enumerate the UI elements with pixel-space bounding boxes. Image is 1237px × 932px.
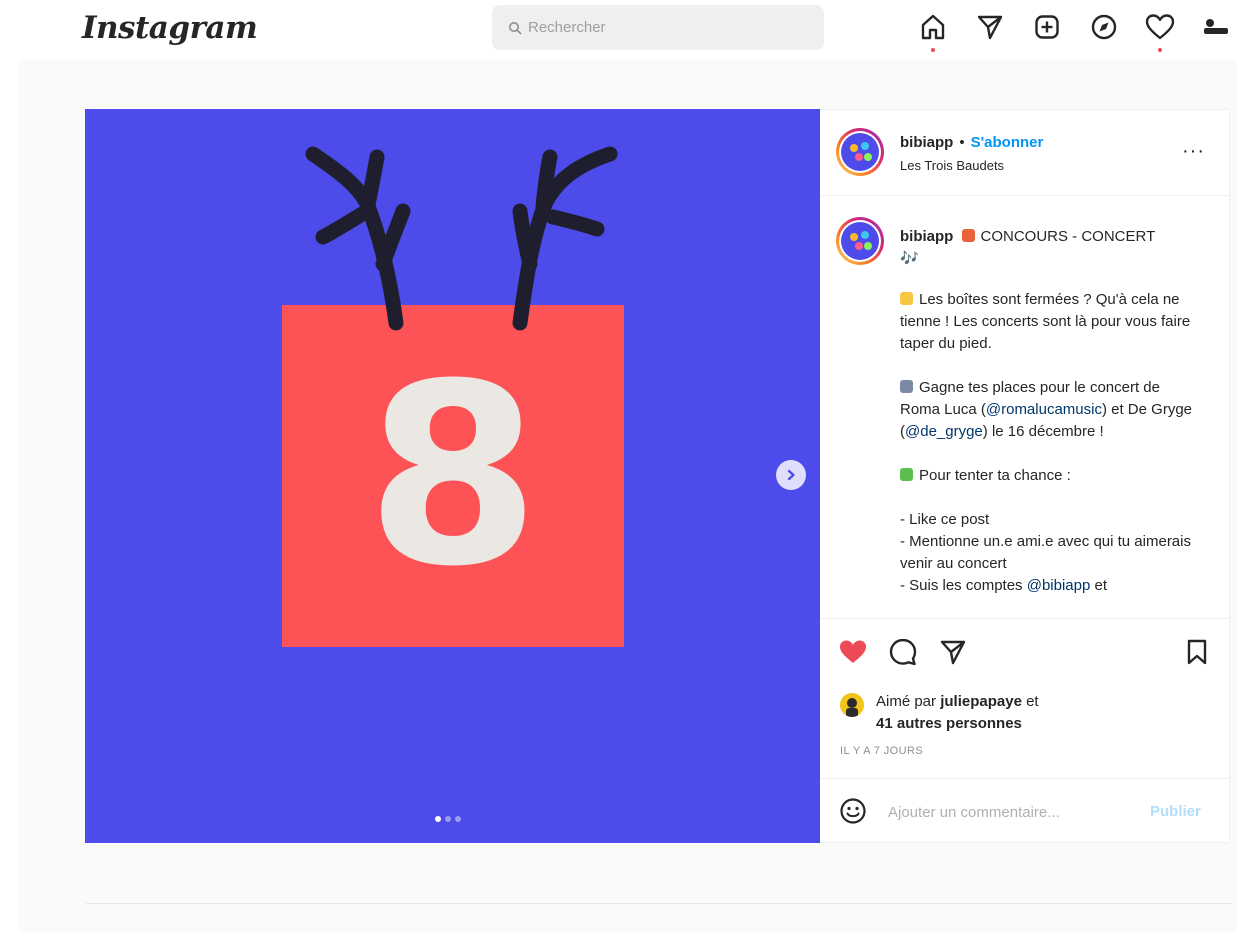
like-heart-icon[interactable]	[836, 635, 870, 669]
comment-input[interactable]	[888, 799, 1138, 825]
clover-emoji-icon	[900, 468, 913, 481]
header-separator: •	[959, 134, 965, 151]
caption-body: Les boîtes sont fermées ? Qu'à cela ne t…	[900, 289, 1200, 597]
liked-by-text: Aimé par juliepapaye et 41 autres person…	[876, 693, 1039, 732]
author-avatar[interactable]	[836, 128, 884, 176]
carousel-indicator	[435, 816, 461, 822]
caption-paragraph-3: Pour tenter ta chance :	[900, 465, 1200, 487]
likes-count-link[interactable]: 41 autres personnes	[876, 715, 1022, 732]
activity-heart-icon[interactable]	[1145, 12, 1175, 42]
more-options-icon[interactable]: ···	[1182, 140, 1205, 163]
post-actions: Aimé par juliepapaye et 41 autres person…	[820, 618, 1229, 778]
search-box[interactable]	[492, 5, 824, 50]
home-icon[interactable]	[918, 12, 948, 42]
caption-paragraph-2: Gagne tes places pour le concert de Roma…	[900, 379, 1192, 440]
follow-button[interactable]: S'abonner	[971, 134, 1044, 151]
liker-avatar[interactable]	[840, 693, 864, 717]
explore-icon[interactable]	[1089, 12, 1119, 42]
box-number: 8	[366, 330, 540, 621]
publish-button[interactable]: Publier	[1150, 803, 1201, 820]
save-bookmark-icon[interactable]	[1180, 635, 1214, 669]
liker-username[interactable]: juliepapaye	[940, 693, 1022, 710]
author-username[interactable]: bibiapp	[900, 134, 953, 151]
caption-title: CONCOURS - CONCERT	[980, 228, 1156, 245]
top-bar: Instagram	[0, 0, 1237, 60]
post-location[interactable]: Les Trois Baudets	[900, 158, 1004, 173]
caption-area: bibiapp CONCOURS - CONCERT 🎶 Les boîtes …	[820, 197, 1229, 618]
emoji-picker-icon[interactable]	[838, 796, 868, 826]
mention-bibiapp[interactable]: @bibiapp	[1027, 577, 1091, 594]
carousel-dot-active	[435, 816, 441, 822]
comment-composer: Publier	[820, 778, 1229, 843]
search-icon	[508, 21, 522, 35]
post-header: bibiapp • S'abonner Les Trois Baudets ···	[820, 110, 1229, 196]
carousel-dot	[455, 816, 461, 822]
next-slide-button[interactable]	[776, 460, 806, 490]
sparkles-emoji-icon	[900, 292, 913, 305]
reindeer-antlers-icon	[305, 146, 618, 331]
chevron-right-icon	[787, 469, 795, 481]
caption-list-item-2: - Mentionne un.e ami.e avec qui tu aimer…	[900, 533, 1191, 572]
caption-username[interactable]: bibiapp	[900, 228, 953, 245]
caption-list-item-1: - Like ce post	[900, 511, 990, 528]
new-post-icon[interactable]	[1032, 12, 1062, 42]
caption-list-item-3: - Suis les comptes @bibiapp et	[900, 577, 1108, 594]
caption-author-avatar[interactable]	[836, 217, 884, 265]
caption-title-line: bibiapp CONCOURS - CONCERT 🎶	[900, 226, 1200, 270]
mention-de-gryge[interactable]: @de_gryge	[905, 423, 983, 440]
search-input[interactable]	[528, 19, 808, 36]
comment-icon[interactable]	[886, 635, 920, 669]
home-notification-dot	[931, 48, 935, 52]
carousel-dot	[445, 816, 451, 822]
instagram-logo[interactable]: Instagram	[82, 10, 258, 46]
post-side-panel: bibiapp • S'abonner Les Trois Baudets ··· …	[820, 109, 1230, 843]
direct-icon[interactable]	[975, 12, 1005, 42]
post-image[interactable]: 8	[85, 109, 820, 843]
microphone-emoji-icon	[900, 380, 913, 393]
caption-title-suffix: 🎶	[900, 250, 919, 267]
feed-divider	[86, 903, 1232, 904]
header-user-line: bibiapp • S'abonner	[900, 134, 1043, 151]
caption-paragraph-1: Les boîtes sont fermées ? Qu'à cela ne t…	[900, 291, 1191, 352]
profile-avatar-icon[interactable]	[1200, 12, 1230, 42]
share-direct-icon[interactable]	[936, 635, 970, 669]
post-timestamp[interactable]: IL Y A 7 JOURS	[840, 745, 923, 757]
activity-notification-dot	[1158, 48, 1162, 52]
gift-emoji-icon	[961, 229, 975, 242]
mention-romalucamusic[interactable]: @romalucamusic	[986, 401, 1102, 418]
advent-box: 8	[282, 305, 624, 647]
